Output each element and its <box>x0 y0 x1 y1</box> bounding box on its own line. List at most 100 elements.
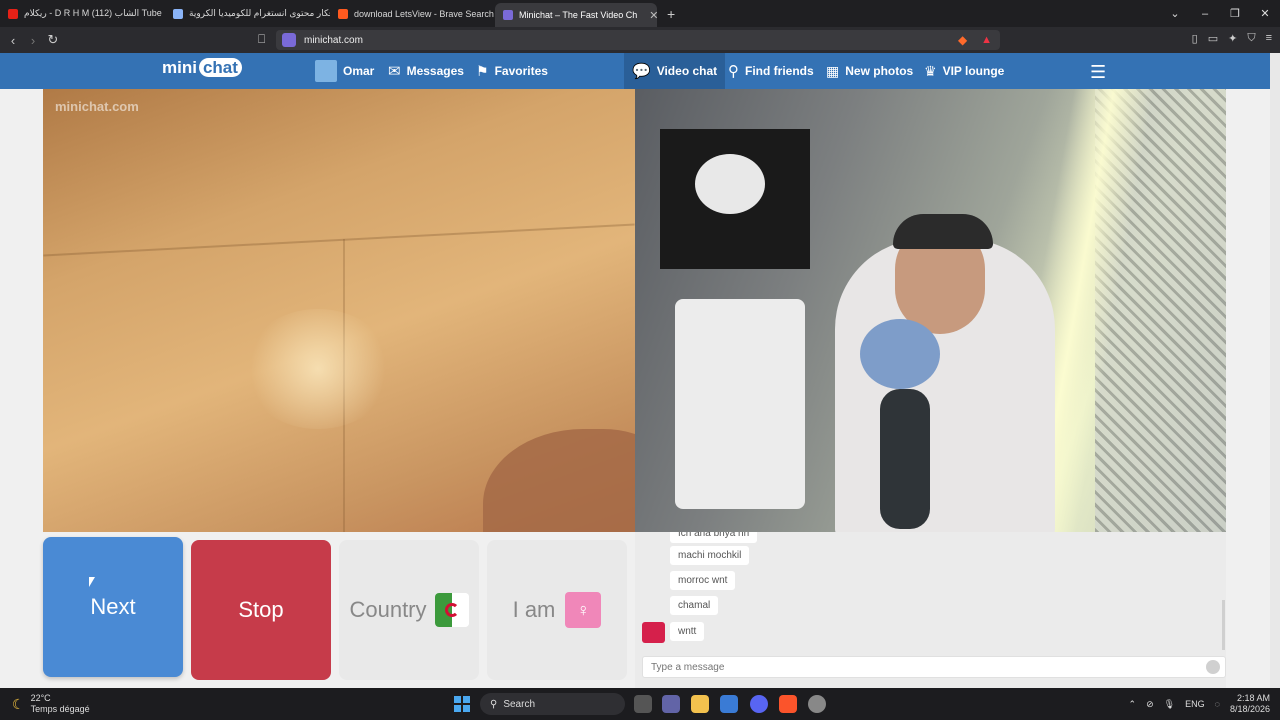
chat-message: machi mochkil <box>670 546 750 565</box>
discord-icon[interactable] <box>750 695 768 713</box>
forward-icon[interactable]: › <box>23 33 43 48</box>
nav-find-friends[interactable]: ⚲ Find friends <box>728 53 814 89</box>
windows-start-icon[interactable] <box>454 696 470 712</box>
hamburger-menu-icon[interactable]: ☰ <box>1090 62 1106 83</box>
tab-brave-search[interactable]: download LetsView - Brave Search <box>330 0 495 27</box>
site-header: mini chat Omar ✉ Messages ⚑ Favorites 💬 V… <box>0 53 1280 89</box>
app-icon[interactable] <box>808 695 826 713</box>
no-network-icon[interactable]: ⊘ <box>1146 699 1154 710</box>
sidebar-icon[interactable]: ▯ <box>1192 32 1198 45</box>
minimize-icon[interactable]: – <box>1190 8 1220 20</box>
message-input[interactable] <box>642 656 1226 678</box>
browser-tab-bar: ريكلام - D R H M الشاب (112) Tube أفكار … <box>0 0 1280 27</box>
taskbar-search[interactable]: ⚲ Search <box>480 693 625 715</box>
tab-gemini[interactable]: أفكار محتوى انستغرام للكوميديا الكروية <box>165 0 330 27</box>
system-tray: ⌃ ⊘ 🎙 ENG ◌ 2:18 AM 8/18/2026 <box>1129 693 1270 715</box>
female-avatar-icon: ♀ <box>565 592 602 628</box>
floor-line <box>43 223 635 257</box>
football-shirt <box>675 299 805 509</box>
temperature: 22°C <box>30 693 51 703</box>
search-icon: ⚲ <box>490 698 498 710</box>
sender-avatar[interactable] <box>642 622 665 643</box>
tab-title: download LetsView - Brave Search <box>354 8 494 19</box>
teams-icon[interactable] <box>662 695 680 713</box>
minichat-icon <box>503 10 513 20</box>
chat-bubble-icon: 💬 <box>632 63 651 80</box>
avatar-icon <box>315 60 337 82</box>
new-tab-button[interactable]: + <box>657 6 685 22</box>
nav-user[interactable]: Omar <box>315 53 374 89</box>
toolbar-icons: ▯ ▭ ✦ ⛉ ≡ <box>1192 32 1272 45</box>
envelope-icon: ✉ <box>388 63 401 80</box>
url-text: minichat.com <box>304 34 363 46</box>
tab-minichat[interactable]: Minichat – The Fast Video Ch ✕ <box>495 3 657 27</box>
chat-message: chamal <box>670 596 719 615</box>
taskbar: ☾ 22°C Temps dégagé ⚲ Search ⌃ ⊘ 🎙 ENG ◌… <box>0 688 1280 720</box>
site-icon <box>282 33 296 47</box>
file-explorer-icon[interactable] <box>691 695 709 713</box>
back-icon[interactable]: ‹ <box>3 33 23 48</box>
window-controls: ⌄ – ❐ ✕ <box>1160 0 1280 27</box>
mouse-cursor <box>89 577 95 587</box>
clock[interactable]: 2:18 AM 8/18/2026 <box>1230 693 1270 715</box>
tab-youtube[interactable]: ريكلام - D R H M الشاب (112) Tube <box>0 0 165 27</box>
moon-icon: ☾ <box>12 695 25 712</box>
cap <box>893 214 993 249</box>
nav-vip-lounge[interactable]: ♛ VIP lounge <box>924 53 1004 89</box>
close-tab-icon[interactable]: ✕ <box>649 9 657 22</box>
chat-message: morroc wnt <box>670 571 736 590</box>
store-icon[interactable] <box>720 695 738 713</box>
skull-emblem <box>695 154 765 214</box>
leo-icon[interactable]: ✦ <box>1228 32 1237 45</box>
gender-button[interactable]: I am ♀ <box>487 540 627 680</box>
page-scrollbar[interactable] <box>1270 53 1280 688</box>
close-window-icon[interactable]: ✕ <box>1250 7 1280 20</box>
task-view-icon[interactable] <box>634 695 652 713</box>
next-button[interactable]: Next <box>43 537 183 677</box>
chat-message: wntt <box>670 622 705 641</box>
brave-browser-icon[interactable] <box>779 695 797 713</box>
address-bar: ‹ › ↻ ⎕ minichat.com ◆ ▲ ▯ ▭ ✦ ⛉ ≡ <box>0 27 1280 53</box>
crown-icon: ♛ <box>924 62 937 79</box>
algeria-flag-icon <box>434 593 469 627</box>
vpn-icon[interactable]: ⛉ <box>1247 32 1255 45</box>
country-button[interactable]: Country <box>339 540 479 680</box>
tab-title: ريكلام - D R H M الشاب (112) Tube <box>24 8 162 18</box>
search-icon: ⚲ <box>728 63 739 80</box>
tab-list-icon[interactable]: ⌄ <box>1160 7 1190 20</box>
menu-icon[interactable]: ≡ <box>1266 32 1272 45</box>
wifi-icon[interactable]: ◌ <box>1215 699 1220 709</box>
microphone-icon[interactable]: 🎙 <box>1164 699 1175 710</box>
microphone <box>880 389 930 529</box>
maximize-icon[interactable]: ❐ <box>1220 7 1250 20</box>
brave-rewards-icon[interactable]: ▲ <box>981 33 992 47</box>
brave-icon <box>338 8 348 19</box>
weather-description: Temps dégagé <box>30 704 90 714</box>
partner-video <box>635 89 1226 532</box>
emoji-icon[interactable] <box>1206 660 1220 674</box>
photos-grid-icon: ▦ <box>826 62 840 79</box>
chat-scrollbar[interactable] <box>1222 600 1225 650</box>
url-field[interactable]: minichat.com ◆ ▲ <box>276 30 1000 50</box>
nav-video-chat[interactable]: 💬 Video chat <box>624 53 726 89</box>
wallet-icon[interactable]: ▭ <box>1208 32 1218 45</box>
hand <box>483 429 635 532</box>
nav-new-photos[interactable]: ▦ New photos <box>826 53 913 89</box>
chevron-up-icon[interactable]: ⌃ <box>1129 699 1137 710</box>
plush-toy <box>860 319 940 389</box>
nav-messages[interactable]: ✉ Messages <box>388 53 464 89</box>
tab-title: Minichat – The Fast Video Ch <box>519 10 638 20</box>
stop-button[interactable]: Stop <box>191 540 331 680</box>
local-video: minichat.com <box>43 89 635 532</box>
reload-icon[interactable]: ↻ <box>43 32 63 48</box>
language-indicator[interactable]: ENG <box>1185 699 1205 709</box>
bookmark-icon[interactable]: ⎕ <box>258 32 265 47</box>
minichat-logo[interactable]: mini chat <box>162 58 242 78</box>
sparkle-icon <box>173 8 183 19</box>
minichat-watermark: minichat.com <box>55 99 139 114</box>
light-reflection <box>243 309 393 429</box>
bookmark-flag-icon: ⚑ <box>476 62 489 79</box>
brave-shields-icon[interactable]: ◆ <box>958 33 972 47</box>
weather-widget[interactable]: ☾ 22°C Temps dégagé <box>12 693 90 715</box>
nav-favorites[interactable]: ⚑ Favorites <box>476 53 548 89</box>
